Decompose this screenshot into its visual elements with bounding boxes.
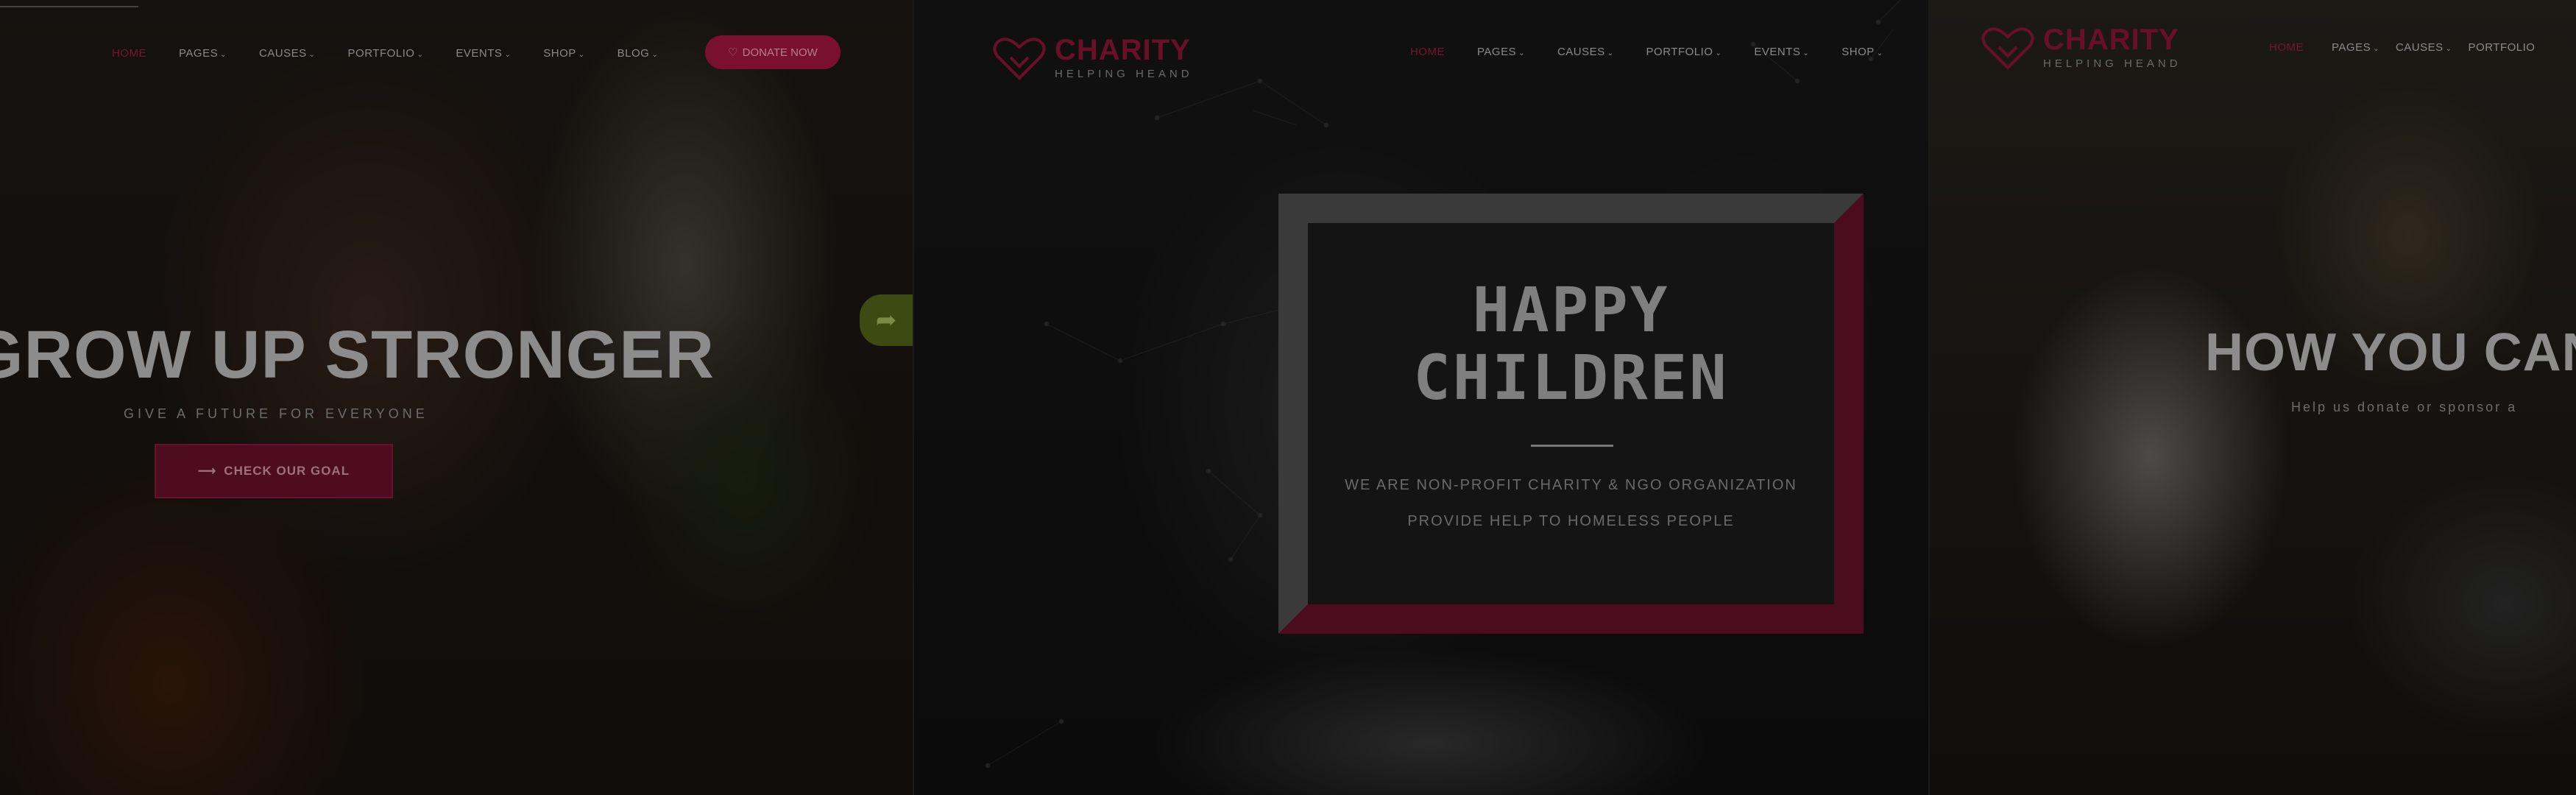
heart-logo-icon [993,38,1046,80]
donate-now-label: DONATE NOW [742,46,818,59]
logo-name: CHARITY [2043,24,2179,56]
chevron-down-icon: ⌄ [1518,49,1525,57]
chevron-down-icon: ⌄ [308,51,316,59]
logo-tagline: HELPING HEAND [2043,57,2182,70]
site-logo[interactable]: CHARITY HELPING HEAND [991,35,1193,81]
heart-icon: ♡ [728,46,738,59]
check-our-goal-button[interactable]: ⟶ CHECK OUR GOAL [155,444,393,498]
chevron-down-icon: ⌄ [1607,49,1614,57]
nav-events[interactable]: Events ⌄ [456,47,511,60]
share-button[interactable]: ➦ [860,294,913,346]
nav-home[interactable]: Home [112,47,146,60]
dark-overlay [0,0,913,795]
nav-pages[interactable]: Pages ⌄ [1477,46,1525,58]
slider-stage: Home Pages ⌄ Causes ⌄ Portfolio ⌄ Events ⌄ S… [0,0,2576,795]
chevron-down-icon: ⌄ [2445,45,2452,53]
slide3-nav: Home Pages ⌄ Causes ⌄ Portfolio [2269,41,2567,54]
check-our-goal-label: CHECK OUR GOAL [224,464,350,478]
logo-name: CHARITY [1055,34,1191,66]
title-divider [1531,445,1613,447]
nav-portfolio[interactable]: Portfolio ⌄ [348,47,424,60]
hero-title-line1: HAPPY [1472,274,1670,346]
chevron-down-icon: ⌄ [1876,49,1883,57]
nav-causes[interactable]: Causes ⌄ [259,47,316,60]
chevron-down-icon: ⌄ [578,51,585,59]
share-arrow-icon: ➦ [875,306,897,334]
nav-events[interactable]: Events ⌄ [1754,46,1809,58]
logo-tagline: HELPING HEAND [1055,68,1193,80]
arrow-right-icon: ⟶ [197,464,217,478]
chevron-down-icon: ⌄ [1802,49,1810,57]
nav-home[interactable]: Home [1410,46,1445,58]
nav-portfolio[interactable]: Portfolio [2469,41,2536,54]
nav-causes[interactable]: Causes ⌄ [2396,41,2452,54]
site-logo[interactable]: CHARITY HELPING HEAND [1980,25,2182,71]
hero-text-line2: PROVIDE HELP TO HOMELESS PEOPLE [1407,513,1735,529]
slide-how-you-can-help [1928,0,2576,795]
dark-overlay [1930,0,2576,795]
hero-subline: Help us donate or sponsor a [2291,400,2518,414]
hero-frame [1278,194,1864,634]
nav-home[interactable]: Home [2269,41,2304,54]
progress-line [0,6,138,7]
nav-portfolio[interactable]: Portfolio ⌄ [1646,46,1722,58]
nav-shop[interactable]: Shop ⌄ [1841,46,1883,58]
nav-pages[interactable]: Pages ⌄ [2332,41,2379,54]
hero-headline: HOW YOU CAN [2205,323,2576,382]
slide-grow-up-stronger [0,0,913,795]
hero-title: HAPPY CHILDREN [1278,276,1864,411]
chevron-down-icon: ⌄ [1715,49,1722,57]
chevron-down-icon: ⌄ [504,51,512,59]
chevron-down-icon: ⌄ [220,51,227,59]
slide1-nav: Home Pages ⌄ Causes ⌄ Portfolio ⌄ Events ⌄ S… [112,47,690,60]
chevron-down-icon: ⌄ [417,51,424,59]
hero-subline: GIVE A FUTURE FOR EVERYONE [124,406,428,421]
heart-logo-icon [1981,27,2034,70]
chevron-down-icon: ⌄ [651,51,659,59]
nav-blog[interactable]: Blog ⌄ [618,47,659,60]
nav-causes[interactable]: Causes ⌄ [1557,46,1614,58]
slide2-nav: Home Pages ⌄ Causes ⌄ Portfolio ⌄ Events ⌄ S… [1410,46,1916,58]
hero-text-line1: WE ARE NON-PROFIT CHARITY & NGO ORGANIZA… [1345,477,1797,493]
nav-pages[interactable]: Pages ⌄ [179,47,227,60]
hero-title-line2: CHILDREN [1413,342,1729,414]
donate-now-button[interactable]: ♡ DONATE NOW [705,35,841,69]
hero-headline: GROW UP STRONGER [0,317,715,392]
nav-shop[interactable]: Shop ⌄ [543,47,584,60]
chevron-down-icon: ⌄ [2373,45,2379,53]
